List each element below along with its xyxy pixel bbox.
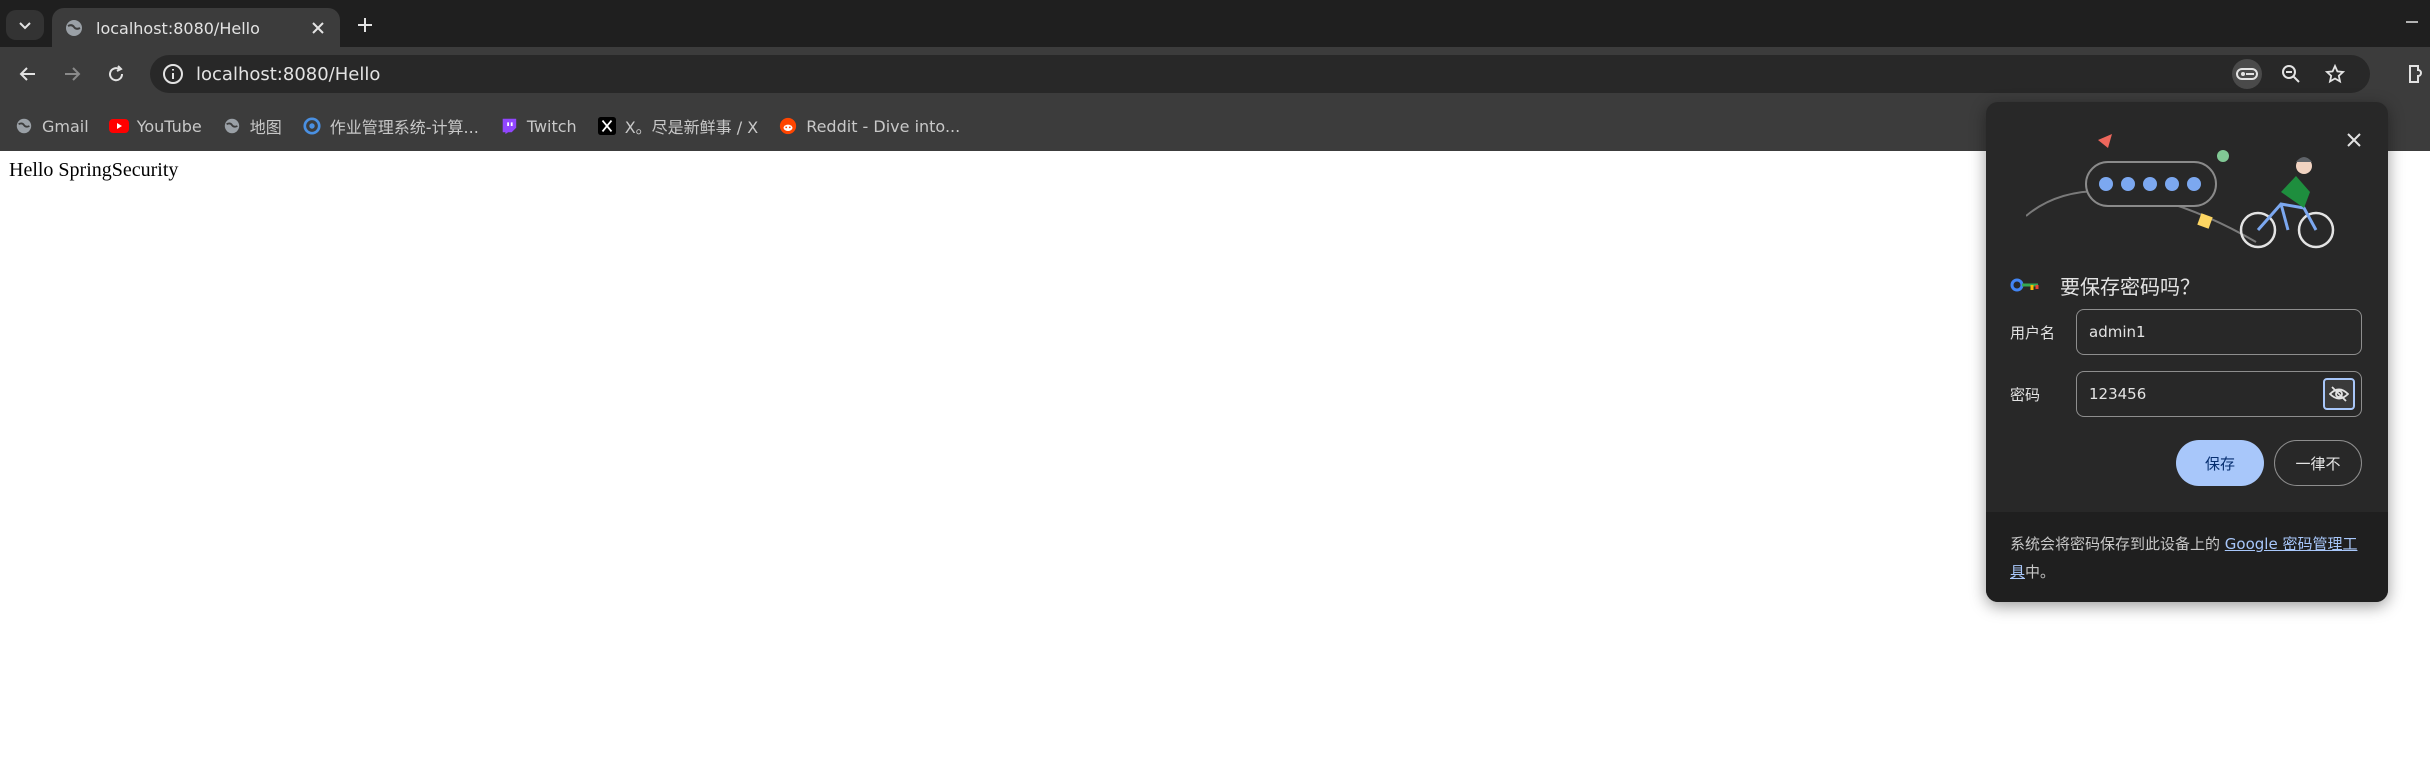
twitch-icon	[499, 116, 519, 136]
username-label: 用户名	[2010, 324, 2056, 342]
bookmark-reddit[interactable]: Reddit - Dive into...	[778, 116, 960, 136]
bookmark-youtube[interactable]: YouTube	[108, 116, 202, 136]
dialog-title: 要保存密码吗？	[2060, 274, 2200, 299]
browser-toolbar: localhost:8080/Hello	[0, 47, 2430, 101]
footer-text-prefix: 系统会将密码保存到此设备上的	[2010, 535, 2225, 553]
star-icon	[2325, 64, 2345, 84]
bookmark-label: Reddit - Dive into...	[806, 116, 961, 136]
bookmark-label: 作业管理系统-计算...	[329, 118, 479, 137]
globe-icon	[14, 116, 34, 136]
close-tab-icon[interactable]	[308, 18, 328, 38]
bookmark-label: YouTube	[136, 116, 202, 136]
globe-icon	[66, 20, 82, 36]
page-body-text: Hello SpringSecurity	[9, 159, 179, 181]
site-info-icon[interactable]	[162, 63, 184, 85]
zoom-button[interactable]	[2276, 59, 2306, 89]
bookmark-gmail[interactable]: Gmail	[14, 116, 89, 136]
back-button[interactable]	[14, 60, 42, 88]
bookmark-label: Gmail	[42, 116, 89, 136]
browser-tab[interactable]: localhost:8080/Hello	[52, 8, 340, 48]
google-password-key-icon	[2010, 278, 2039, 292]
globe-icon	[222, 116, 242, 136]
username-value: admin1	[2089, 323, 2146, 341]
footer-text-suffix: 中。	[2025, 563, 2056, 581]
bookmark-label: 地图	[249, 118, 282, 137]
save-password-dialog: 要保存密码吗？ 用户名 admin1 密码 123456 保存 一律不 系统会将…	[1986, 102, 2388, 602]
forward-arrow-icon	[65, 67, 81, 81]
new-tab-button[interactable]	[352, 12, 378, 38]
dialog-footer: 系统会将密码保存到此设备上的 Google 密码管理工具中。	[1986, 512, 2388, 602]
reload-button[interactable]	[102, 60, 130, 88]
reload-icon	[109, 65, 124, 82]
zoom-out-icon	[2282, 65, 2300, 83]
reddit-icon	[778, 116, 798, 136]
password-key-icon	[2236, 68, 2258, 80]
youtube-icon	[108, 116, 129, 136]
extensions-icon[interactable]	[2404, 60, 2430, 88]
app-icon	[302, 116, 322, 136]
plus-icon	[358, 18, 372, 32]
forward-button[interactable]	[58, 60, 86, 88]
toggle-password-visibility-button[interactable]	[2323, 378, 2355, 410]
eye-off-icon	[2329, 386, 2349, 402]
back-arrow-icon	[19, 67, 35, 81]
never-button[interactable]: 一律不	[2274, 440, 2362, 486]
address-bar[interactable]: localhost:8080/Hello	[150, 55, 2370, 93]
bookmark-twitch[interactable]: Twitch	[499, 116, 577, 136]
password-key-button[interactable]	[2232, 59, 2262, 89]
bookmark-x[interactable]: X。尽是新鲜事 / X	[597, 114, 759, 138]
minimize-icon[interactable]	[2402, 12, 2422, 32]
password-value: 123456	[2089, 385, 2147, 403]
x-icon	[597, 116, 617, 136]
tab-strip: localhost:8080/Hello	[0, 0, 2430, 48]
chevron-down-icon	[19, 22, 31, 30]
username-field[interactable]: admin1	[2076, 309, 2362, 355]
bookmark-star-button[interactable]	[2320, 59, 2350, 89]
password-field[interactable]: 123456	[2076, 371, 2362, 417]
close-icon[interactable]	[2342, 128, 2366, 152]
bookmark-label: Twitch	[526, 116, 577, 136]
password-illustration	[2026, 134, 2335, 249]
save-button[interactable]: 保存	[2176, 440, 2264, 486]
tab-title: localhost:8080/Hello	[96, 18, 260, 38]
bookmark-maps[interactable]: 地图	[222, 114, 282, 138]
address-bar-url: localhost:8080/Hello	[196, 63, 381, 85]
tab-search-button[interactable]	[6, 10, 44, 40]
bookmark-label: X。尽是新鲜事 / X	[624, 118, 759, 137]
dialog-heading: 要保存密码吗？	[2010, 268, 2200, 302]
bookmark-homework-system[interactable]: 作业管理系统-计算...	[302, 114, 479, 138]
address-bar-actions	[2232, 55, 2350, 93]
password-label: 密码	[2010, 386, 2041, 404]
